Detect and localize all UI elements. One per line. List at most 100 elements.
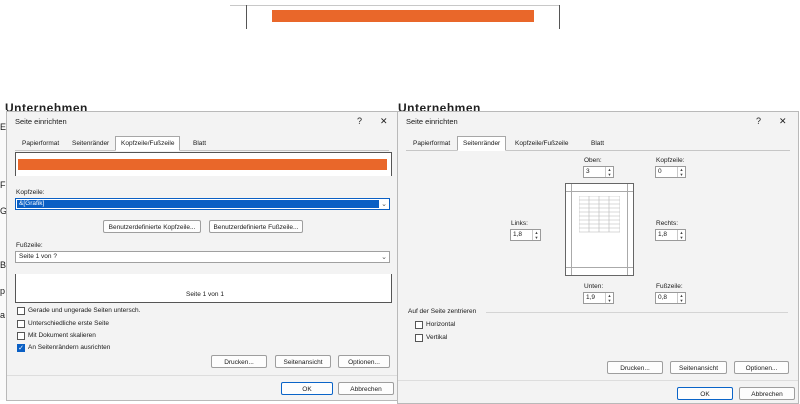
tab-seitenraender[interactable]: Seitenränder (457, 136, 507, 151)
bottom-margin-value: 1,9 (586, 294, 596, 301)
vertical-checkbox[interactable] (415, 334, 423, 342)
print-button[interactable]: Drucken... (211, 355, 267, 368)
tab-strip: Papierformat Seitenränder Kopfzeile/Fußz… (406, 136, 790, 151)
header-select[interactable]: &[Grafik] ⌄ (15, 198, 390, 210)
footer-select-value: Seite 1 von ? (19, 253, 57, 260)
align-margins-checkbox[interactable]: ✓ (17, 344, 25, 352)
close-icon[interactable]: ✕ (779, 116, 787, 127)
header-margin-spinner[interactable]: 0 ▲ ▼ (655, 166, 686, 178)
cancel-button[interactable]: Abbrechen (739, 387, 795, 400)
top-margin-spinner[interactable]: 3 ▲ ▼ (583, 166, 614, 178)
first-page-checkbox[interactable] (17, 320, 25, 328)
spin-arrows[interactable]: ▲ ▼ (605, 167, 613, 177)
print-preview-button[interactable]: Seitenansicht (670, 361, 727, 374)
chevron-down-icon: ⌄ (381, 254, 387, 261)
tab-strip: Papierformat Seitenränder Kopfzeile/Fußz… (15, 136, 389, 151)
bottom-margin-label: Unten: (584, 283, 604, 290)
tab-blatt[interactable]: Blatt (586, 138, 609, 149)
footer-margin-spinner[interactable]: 0,8 ▲ ▼ (655, 292, 686, 304)
cancel-button[interactable]: Abbrechen (338, 382, 394, 395)
footer-select[interactable]: Seite 1 von ? ⌄ (15, 251, 390, 263)
tab-kopfzeile-fusszeile[interactable]: Kopfzeile/Fußzeile (115, 136, 181, 151)
horizontal-label: Horizontal (426, 321, 456, 328)
left-margin-spinner[interactable]: 1,8 ▲ ▼ (510, 229, 541, 241)
options-button[interactable]: Optionen... (734, 361, 789, 374)
spin-arrows[interactable]: ▲ ▼ (605, 293, 613, 303)
bg-edge-letter: a (0, 310, 6, 320)
scale-with-document-checkbox[interactable] (17, 332, 25, 340)
top-margin-label: Oben: (584, 157, 602, 164)
page-preview (565, 183, 634, 276)
chevron-down-icon: ⌄ (381, 201, 387, 208)
custom-footer-button[interactable]: Benutzerdefinierte Fußzeile... (209, 220, 303, 233)
footer-preview-text: Seite 1 von 1 (186, 291, 224, 298)
print-preview-button[interactable]: Seitenansicht (275, 355, 331, 368)
top-margin-value: 3 (586, 168, 590, 175)
spin-down-icon[interactable]: ▼ (608, 172, 612, 177)
vertical-label: Vertikal (426, 334, 448, 341)
dialog-title: Seite einrichten (15, 117, 67, 126)
footer-margin-value: 0,8 (658, 294, 668, 301)
align-margins-label: An Seitenrändern ausrichten (28, 344, 111, 351)
center-on-page-label: Auf der Seite zentrieren (408, 308, 477, 315)
ok-button[interactable]: OK (677, 387, 733, 400)
options-button[interactable]: Optionen... (338, 355, 390, 368)
tab-papierformat[interactable]: Papierformat (17, 138, 64, 149)
page-preview-margin-top (566, 191, 633, 192)
spin-arrows[interactable]: ▲ ▼ (677, 167, 685, 177)
spin-arrows[interactable]: ▲ ▼ (677, 230, 685, 240)
bottom-margin-spinner[interactable]: 1,9 ▲ ▼ (583, 292, 614, 304)
header-label: Kopfzeile: (16, 189, 45, 196)
custom-header-button[interactable]: Benutzerdefinierte Kopfzeile... (103, 220, 201, 233)
checkmark-icon: ✓ (18, 345, 24, 352)
spin-down-icon[interactable]: ▼ (680, 235, 684, 240)
spin-down-icon[interactable]: ▼ (608, 298, 612, 303)
title-bar: Seite einrichten ? ✕ (398, 112, 798, 132)
spin-down-icon[interactable]: ▼ (680, 298, 684, 303)
help-icon[interactable]: ? (357, 116, 362, 126)
right-margin-spinner[interactable]: 1,8 ▲ ▼ (655, 229, 686, 241)
header-preview (15, 152, 392, 176)
dialog-title: Seite einrichten (406, 117, 458, 126)
center-section-divider (486, 312, 788, 313)
scale-with-document-label: Mit Dokument skalieren (28, 332, 96, 339)
page-setup-dialog-right: Seite einrichten ? ✕ Papierformat Seiten… (397, 111, 799, 404)
footer-preview: Seite 1 von 1 (15, 274, 392, 303)
tab-blatt[interactable]: Blatt (188, 138, 211, 149)
horizontal-checkbox[interactable] (415, 321, 423, 329)
print-button[interactable]: Drucken... (607, 361, 663, 374)
ok-button[interactable]: OK (281, 382, 333, 395)
spin-arrows[interactable]: ▲ ▼ (532, 230, 540, 240)
footer-label: Fußzeile: (16, 242, 43, 249)
page-preview-margin-left (571, 184, 572, 275)
page-preview-margin-bottom (566, 267, 633, 268)
tab-seitenraender[interactable]: Seitenränder (67, 138, 114, 149)
spin-down-icon[interactable]: ▼ (680, 172, 684, 177)
header-margin-value: 0 (658, 168, 662, 175)
footer-divider (398, 380, 798, 381)
header-select-value: &[Grafik] (19, 200, 45, 207)
tab-kopfzeile-fusszeile[interactable]: Kopfzeile/Fußzeile (510, 138, 573, 149)
bg-edge-letter: p (0, 286, 6, 296)
title-bar: Seite einrichten ? ✕ (7, 112, 397, 132)
tab-papierformat[interactable]: Papierformat (408, 138, 455, 149)
right-margin-value: 1,8 (658, 231, 668, 238)
page-preview-margin-right (627, 184, 628, 275)
left-margin-label: Links: (511, 220, 528, 227)
first-page-label: Unterschiedliche erste Seite (28, 320, 109, 327)
close-icon[interactable]: ✕ (380, 116, 388, 127)
bg-edge-letter: F (0, 180, 6, 190)
page-setup-dialog-left: Seite einrichten ? ✕ Papierformat Seiten… (6, 111, 398, 401)
odd-even-label: Gerade und ungerade Seiten untersch. (28, 307, 141, 314)
footer-divider (7, 375, 397, 376)
header-select-highlight (17, 200, 379, 208)
background-orange-banner (272, 10, 534, 22)
spin-arrows[interactable]: ▲ ▼ (677, 293, 685, 303)
header-margin-label: Kopfzeile: (656, 157, 685, 164)
odd-even-checkbox[interactable] (17, 307, 25, 315)
page-preview-grid (579, 196, 620, 233)
spin-down-icon[interactable]: ▼ (535, 235, 539, 240)
header-preview-image (18, 159, 387, 170)
right-margin-label: Rechts: (656, 220, 679, 227)
help-icon[interactable]: ? (756, 116, 761, 126)
